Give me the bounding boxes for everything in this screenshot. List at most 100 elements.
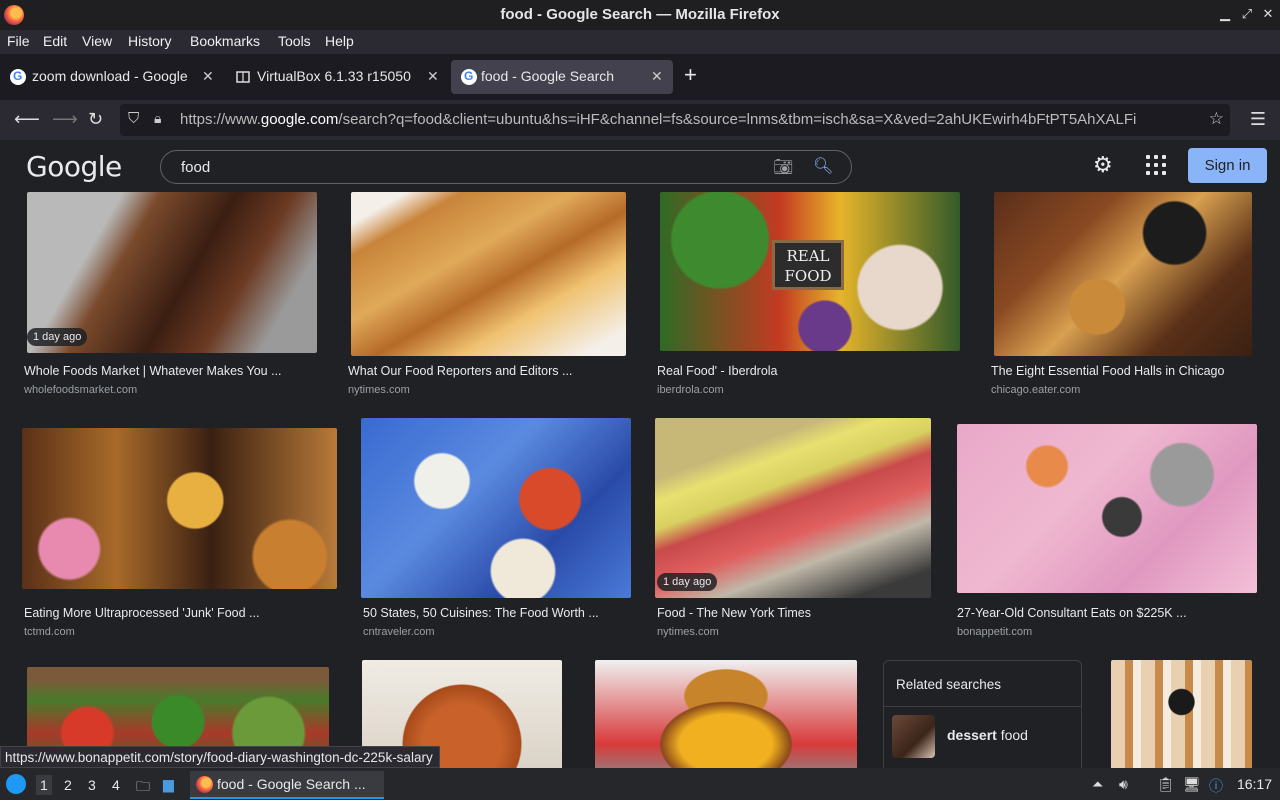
result-source: cntraveler.com bbox=[363, 626, 435, 638]
workspace-1[interactable]: 1 bbox=[36, 775, 52, 795]
menu-hamburger-icon[interactable]: ☰ bbox=[1250, 109, 1266, 130]
taskbar: 1 2 3 4 🗀 ▆ food - Google Search ... ⏶ 🔊… bbox=[0, 768, 1280, 800]
menu-file[interactable]: File bbox=[7, 33, 30, 49]
tab-label: zoom download - Google bbox=[32, 68, 188, 84]
tab-virtualbox[interactable]: VirtualBox 6.1.33 r15050 ✕ bbox=[225, 60, 447, 94]
workspace-3[interactable]: 3 bbox=[88, 777, 96, 793]
status-link-preview: https://www.bonappetit.com/story/food-di… bbox=[0, 746, 440, 768]
shield-icon[interactable]: ⛉ bbox=[128, 110, 139, 127]
result-caption[interactable]: Eating More Ultraprocessed 'Junk' Food .… bbox=[24, 606, 259, 620]
result-image[interactable] bbox=[595, 660, 857, 768]
menu-bar: File Edit View History Bookmarks Tools H… bbox=[0, 30, 1280, 54]
related-searches-heading: Related searches bbox=[896, 677, 1002, 692]
close-tab-icon[interactable]: ✕ bbox=[202, 68, 214, 85]
workspace-2[interactable]: 2 bbox=[64, 777, 72, 793]
result-image[interactable]: REAL FOOD bbox=[660, 192, 960, 351]
result-source: chicago.eater.com bbox=[991, 384, 1081, 396]
bookmark-star-icon[interactable]: ☆ bbox=[1209, 109, 1224, 129]
back-icon[interactable]: ⟵ bbox=[14, 109, 40, 130]
volume-icon[interactable]: 🔊︎ bbox=[1119, 776, 1128, 793]
search-icon[interactable]: 🔍︎ bbox=[813, 156, 833, 176]
result-caption[interactable]: Real Food' - Iberdrola bbox=[657, 364, 778, 378]
start-menu-icon[interactable] bbox=[6, 774, 26, 794]
related-term-rest: food bbox=[996, 727, 1028, 743]
desktop-icon[interactable]: ▆ bbox=[163, 776, 174, 793]
menu-edit[interactable]: Edit bbox=[43, 33, 67, 49]
related-search-term[interactable]: dessert food bbox=[947, 727, 1028, 743]
close-tab-icon[interactable]: ✕ bbox=[651, 68, 663, 85]
close-window-icon[interactable]: ✕ bbox=[1259, 6, 1277, 22]
tab-label: VirtualBox 6.1.33 r15050 bbox=[257, 68, 411, 84]
result-source: tctmd.com bbox=[24, 626, 75, 638]
clipboard-icon[interactable]: 📋︎ bbox=[1157, 776, 1175, 793]
menu-tools[interactable]: Tools bbox=[278, 33, 311, 49]
age-badge: 1 day ago bbox=[657, 573, 718, 591]
files-icon[interactable]: 🗀 bbox=[136, 776, 150, 800]
url-domain: google.com bbox=[260, 111, 339, 128]
related-searches-panel: Related searches dessert food bbox=[883, 660, 1082, 768]
close-tab-icon[interactable]: ✕ bbox=[427, 68, 439, 85]
search-input[interactable] bbox=[181, 158, 761, 176]
workspace-4[interactable]: 4 bbox=[112, 777, 120, 793]
result-caption[interactable]: 50 States, 50 Cuisines: The Food Worth .… bbox=[363, 606, 599, 620]
result-source: bonappetit.com bbox=[957, 626, 1033, 638]
maximize-icon[interactable]: ⤢ bbox=[1238, 6, 1256, 22]
result-caption[interactable]: 27-Year-Old Consultant Eats on $225K ... bbox=[957, 606, 1187, 620]
gear-icon[interactable]: ⚙ bbox=[1093, 152, 1113, 178]
result-image[interactable]: 1 day ago bbox=[27, 192, 317, 353]
url-prefix: https://www. bbox=[180, 111, 261, 128]
camera-icon[interactable]: 📷︎ bbox=[773, 157, 793, 177]
clock: 16:17 bbox=[1236, 776, 1272, 792]
firefox-icon bbox=[196, 776, 213, 793]
sign-in-button[interactable]: Sign in bbox=[1188, 148, 1267, 183]
related-thumbnail[interactable] bbox=[892, 715, 935, 758]
update-icon[interactable]: ⓘ bbox=[1209, 776, 1223, 796]
result-source: nytimes.com bbox=[657, 626, 719, 638]
apps-grid-icon[interactable] bbox=[1146, 155, 1166, 175]
tab-food-google-search[interactable]: food - Google Search ✕ bbox=[451, 60, 673, 94]
image-results: 1 day ago Whole Foods Market | Whatever … bbox=[0, 192, 1280, 768]
navigation-bar: ⟵ ⟶ ↻ ⛉ 🔒︎ https://www.google.com/search… bbox=[0, 100, 1280, 140]
minimize-icon[interactable]: ▁ bbox=[1216, 6, 1234, 22]
result-caption[interactable]: Whole Foods Market | Whatever Makes You … bbox=[24, 364, 282, 378]
search-box: 📷︎ 🔍︎ bbox=[160, 150, 852, 184]
reload-icon[interactable]: ↻ bbox=[88, 109, 103, 130]
forward-icon[interactable]: ⟶ bbox=[52, 109, 78, 130]
result-caption[interactable]: The Eight Essential Food Halls in Chicag… bbox=[991, 364, 1224, 378]
window-title: food - Google Search — Mozilla Firefox bbox=[500, 6, 780, 23]
url-text[interactable]: https://www.google.com/search?q=food&cli… bbox=[180, 111, 1200, 128]
google-logo[interactable]: Google bbox=[26, 150, 122, 183]
google-favicon-icon bbox=[10, 69, 26, 85]
google-header: Google 📷︎ 🔍︎ ⚙ Sign in bbox=[0, 140, 1280, 192]
menu-bookmarks[interactable]: Bookmarks bbox=[190, 33, 260, 49]
result-image[interactable] bbox=[361, 418, 631, 598]
result-image[interactable]: 1 day ago bbox=[655, 418, 931, 598]
result-image[interactable] bbox=[1111, 660, 1252, 768]
window-titlebar: food - Google Search — Mozilla Firefox ▁… bbox=[0, 0, 1280, 30]
related-term-bold: dessert bbox=[947, 727, 997, 743]
tab-bar: zoom download - Google ✕ VirtualBox 6.1.… bbox=[0, 54, 1280, 100]
result-image[interactable] bbox=[22, 428, 337, 589]
result-image[interactable] bbox=[994, 192, 1252, 356]
url-rest: /search?q=food&client=ubuntu&hs=iHF&chan… bbox=[338, 111, 1137, 128]
real-food-sign: REAL FOOD bbox=[772, 240, 844, 290]
url-bar[interactable]: ⛉ 🔒︎ https://www.google.com/search?q=foo… bbox=[120, 104, 1230, 136]
menu-help[interactable]: Help bbox=[325, 33, 354, 49]
lock-icon[interactable]: 🔒︎ bbox=[154, 110, 161, 127]
age-badge: 1 day ago bbox=[27, 328, 88, 346]
new-tab-button[interactable]: + bbox=[684, 62, 697, 88]
result-image[interactable] bbox=[957, 424, 1257, 593]
tab-zoom-download[interactable]: zoom download - Google ✕ bbox=[0, 60, 222, 94]
google-favicon-icon bbox=[461, 69, 477, 85]
taskbar-firefox-window[interactable]: food - Google Search ... bbox=[190, 771, 384, 799]
taskbar-window-label: food - Google Search ... bbox=[217, 776, 366, 792]
menu-history[interactable]: History bbox=[128, 33, 172, 49]
result-image[interactable] bbox=[351, 192, 626, 356]
result-caption[interactable]: What Our Food Reporters and Editors ... bbox=[348, 364, 572, 378]
result-caption[interactable]: Food - The New York Times bbox=[657, 606, 811, 620]
result-source: wholefoodsmarket.com bbox=[24, 384, 138, 396]
result-source: nytimes.com bbox=[348, 384, 410, 396]
network-icon[interactable]: 🖥︎ bbox=[1183, 776, 1201, 793]
menu-view[interactable]: View bbox=[82, 33, 112, 49]
tray-arrow-icon[interactable]: ⏶ bbox=[1092, 776, 1103, 793]
